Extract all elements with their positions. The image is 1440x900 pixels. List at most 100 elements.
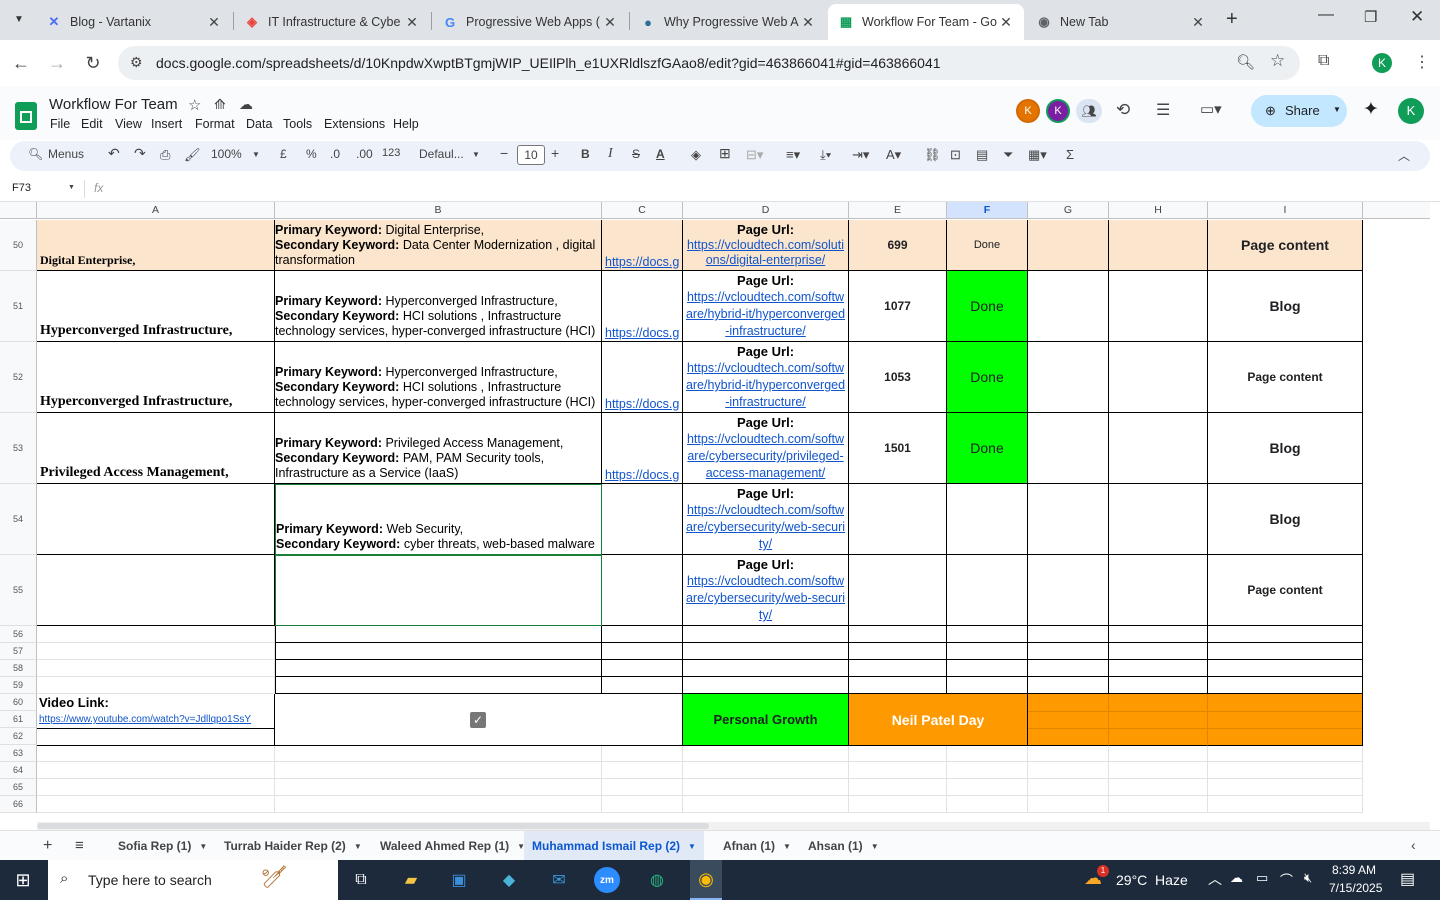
cell-empty[interactable] xyxy=(1109,555,1208,626)
column-header-d[interactable]: D xyxy=(683,202,849,219)
profile-avatar[interactable]: K xyxy=(1372,53,1392,73)
name-box[interactable]: F73 xyxy=(12,182,31,194)
tab-close-icon[interactable]: ✕ xyxy=(998,14,1014,31)
cell-empty[interactable] xyxy=(37,745,275,762)
sheets-logo-icon[interactable] xyxy=(15,102,37,130)
row-header[interactable]: 53 xyxy=(0,413,37,484)
cell-empty[interactable] xyxy=(37,796,275,813)
percent-format-button[interactable]: % xyxy=(306,147,317,161)
cell-empty[interactable] xyxy=(1028,779,1109,796)
chrome-taskbar-icon[interactable]: ◉ xyxy=(690,860,722,900)
cell-empty[interactable] xyxy=(1109,271,1208,342)
orange-fill-cell[interactable] xyxy=(1028,694,1109,746)
cell-empty[interactable] xyxy=(1208,779,1363,796)
cell-topic[interactable]: Hyperconverged Infrastructure, xyxy=(37,342,275,413)
forward-icon[interactable]: → xyxy=(44,50,70,76)
cell-empty[interactable] xyxy=(1208,745,1363,762)
menu-tools[interactable]: Tools xyxy=(283,117,312,131)
cell-empty[interactable] xyxy=(849,643,947,660)
cell-empty[interactable] xyxy=(1109,779,1208,796)
cell-empty[interactable] xyxy=(683,677,849,694)
comments-icon[interactable]: ☰ xyxy=(1156,100,1170,120)
cell-topic[interactable]: Privileged Access Management, xyxy=(37,413,275,484)
browser-tab[interactable]: ▦ Workflow For Team - Go ✕ xyxy=(828,4,1024,40)
collaborator-avatar-orange[interactable]: K xyxy=(1016,99,1040,123)
video-link-cell[interactable]: Video Link: xyxy=(37,694,275,712)
cell-empty[interactable] xyxy=(683,762,849,779)
cell-status[interactable] xyxy=(947,555,1028,626)
cell-word-count[interactable]: 1077 xyxy=(849,271,947,342)
cell-empty[interactable] xyxy=(602,677,683,694)
tab-close-icon[interactable]: ✕ xyxy=(404,14,420,31)
cell-topic[interactable] xyxy=(37,555,275,626)
cell-topic[interactable]: Hyperconverged Infrastructure, xyxy=(37,271,275,342)
strikethrough-icon[interactable]: S xyxy=(632,147,640,161)
cell-empty[interactable] xyxy=(947,762,1028,779)
document-title[interactable]: Workflow For Team xyxy=(49,96,178,113)
cell-empty[interactable] xyxy=(1028,796,1109,813)
sheet-tab-dropdown-icon[interactable]: ▼ xyxy=(688,842,696,851)
fill-color-icon[interactable]: ◈ xyxy=(691,147,701,163)
menus-search[interactable]: Menus xyxy=(48,147,84,161)
cell-empty[interactable] xyxy=(1109,626,1208,643)
page-url-link[interactable]: https://vcloudtech.com/software/cybersec… xyxy=(685,431,846,482)
cell-empty[interactable] xyxy=(1028,555,1109,626)
cell-word-count[interactable] xyxy=(849,555,947,626)
cell-empty[interactable] xyxy=(1028,413,1109,484)
cell-empty[interactable] xyxy=(602,745,683,762)
spreadsheet-grid[interactable]: ABCDEFGHI 50 Digital Enterprise, Primary … xyxy=(0,202,1430,822)
browser-menu-icon[interactable]: ⋮ xyxy=(1414,52,1430,72)
back-icon[interactable]: ← xyxy=(8,50,34,76)
cell-empty[interactable] xyxy=(1028,660,1109,677)
menu-help[interactable]: Help xyxy=(393,117,419,131)
meet-video-icon[interactable]: ▭▾ xyxy=(1200,100,1222,118)
cell-empty[interactable] xyxy=(947,796,1028,813)
microsoft-store-icon[interactable]: ▣ xyxy=(444,866,474,894)
tab-close-icon[interactable]: ✕ xyxy=(1190,14,1206,31)
row-header[interactable]: 61 xyxy=(0,711,37,728)
star-icon[interactable]: ☆ xyxy=(188,96,201,114)
cell-content-type[interactable]: Page content xyxy=(1208,220,1363,271)
network-icon[interactable]: ▭ xyxy=(1256,870,1268,886)
font-dropdown-icon[interactable]: ▼ xyxy=(472,150,480,159)
browser-tab[interactable]: ◈ IT Infrastructure & Cybe ✕ xyxy=(234,4,430,40)
cell-empty[interactable] xyxy=(275,626,602,643)
close-window-icon[interactable]: ✕ xyxy=(1410,7,1424,27)
cell-word-count[interactable]: 1501 xyxy=(849,413,947,484)
cell-empty[interactable] xyxy=(1109,796,1208,813)
zoom-app-icon[interactable]: zm xyxy=(592,866,622,894)
doc-link[interactable]: https://docs.g xyxy=(605,255,679,269)
filter-icon[interactable]: ⏷ xyxy=(1003,147,1013,163)
row-header[interactable]: 66 xyxy=(0,796,37,813)
weather-text[interactable]: 29°C Haze xyxy=(1116,872,1188,888)
orange-fill-cell[interactable] xyxy=(1109,694,1208,746)
cell-empty[interactable] xyxy=(275,796,602,813)
page-url-link[interactable]: https://vcloudtech.com/software/hybrid-i… xyxy=(685,360,846,411)
cell-empty[interactable] xyxy=(602,796,683,813)
text-rotation-icon[interactable]: A▾ xyxy=(886,147,901,163)
neil-patel-day-cell[interactable]: Neil Patel Day xyxy=(849,694,1028,746)
functions-button[interactable]: Σ xyxy=(1066,147,1074,162)
filter-views-icon[interactable]: ▦▾ xyxy=(1028,147,1047,163)
row-header[interactable]: 50 xyxy=(0,220,37,271)
cell-empty[interactable] xyxy=(602,643,683,660)
doc-link[interactable]: https://docs.g xyxy=(605,326,679,340)
insert-comment-icon[interactable]: ⊡ xyxy=(950,147,961,163)
cell-word-count[interactable] xyxy=(849,484,947,555)
row-header[interactable]: 62 xyxy=(0,728,37,745)
cell-empty[interactable] xyxy=(849,762,947,779)
windows-start-icon[interactable]: ⊞ xyxy=(8,866,38,894)
tab-close-icon[interactable]: ✕ xyxy=(206,14,222,31)
cell-empty[interactable] xyxy=(275,660,602,677)
cell-empty[interactable] xyxy=(1109,342,1208,413)
collaborator-avatar-purple[interactable]: K xyxy=(1046,99,1070,123)
cell-status[interactable]: Done xyxy=(947,413,1028,484)
cell-content-type[interactable]: Page content xyxy=(1208,342,1363,413)
new-tab-plus-icon[interactable]: + xyxy=(1226,8,1238,31)
cell-empty[interactable] xyxy=(1028,677,1109,694)
tab-search-button[interactable]: ▼ xyxy=(8,10,30,30)
insert-chart-icon[interactable]: ▤ xyxy=(976,147,988,163)
bold-button[interactable]: B xyxy=(581,147,590,161)
edge-icon[interactable]: ◍ xyxy=(642,866,672,894)
cell-status[interactable] xyxy=(947,484,1028,555)
